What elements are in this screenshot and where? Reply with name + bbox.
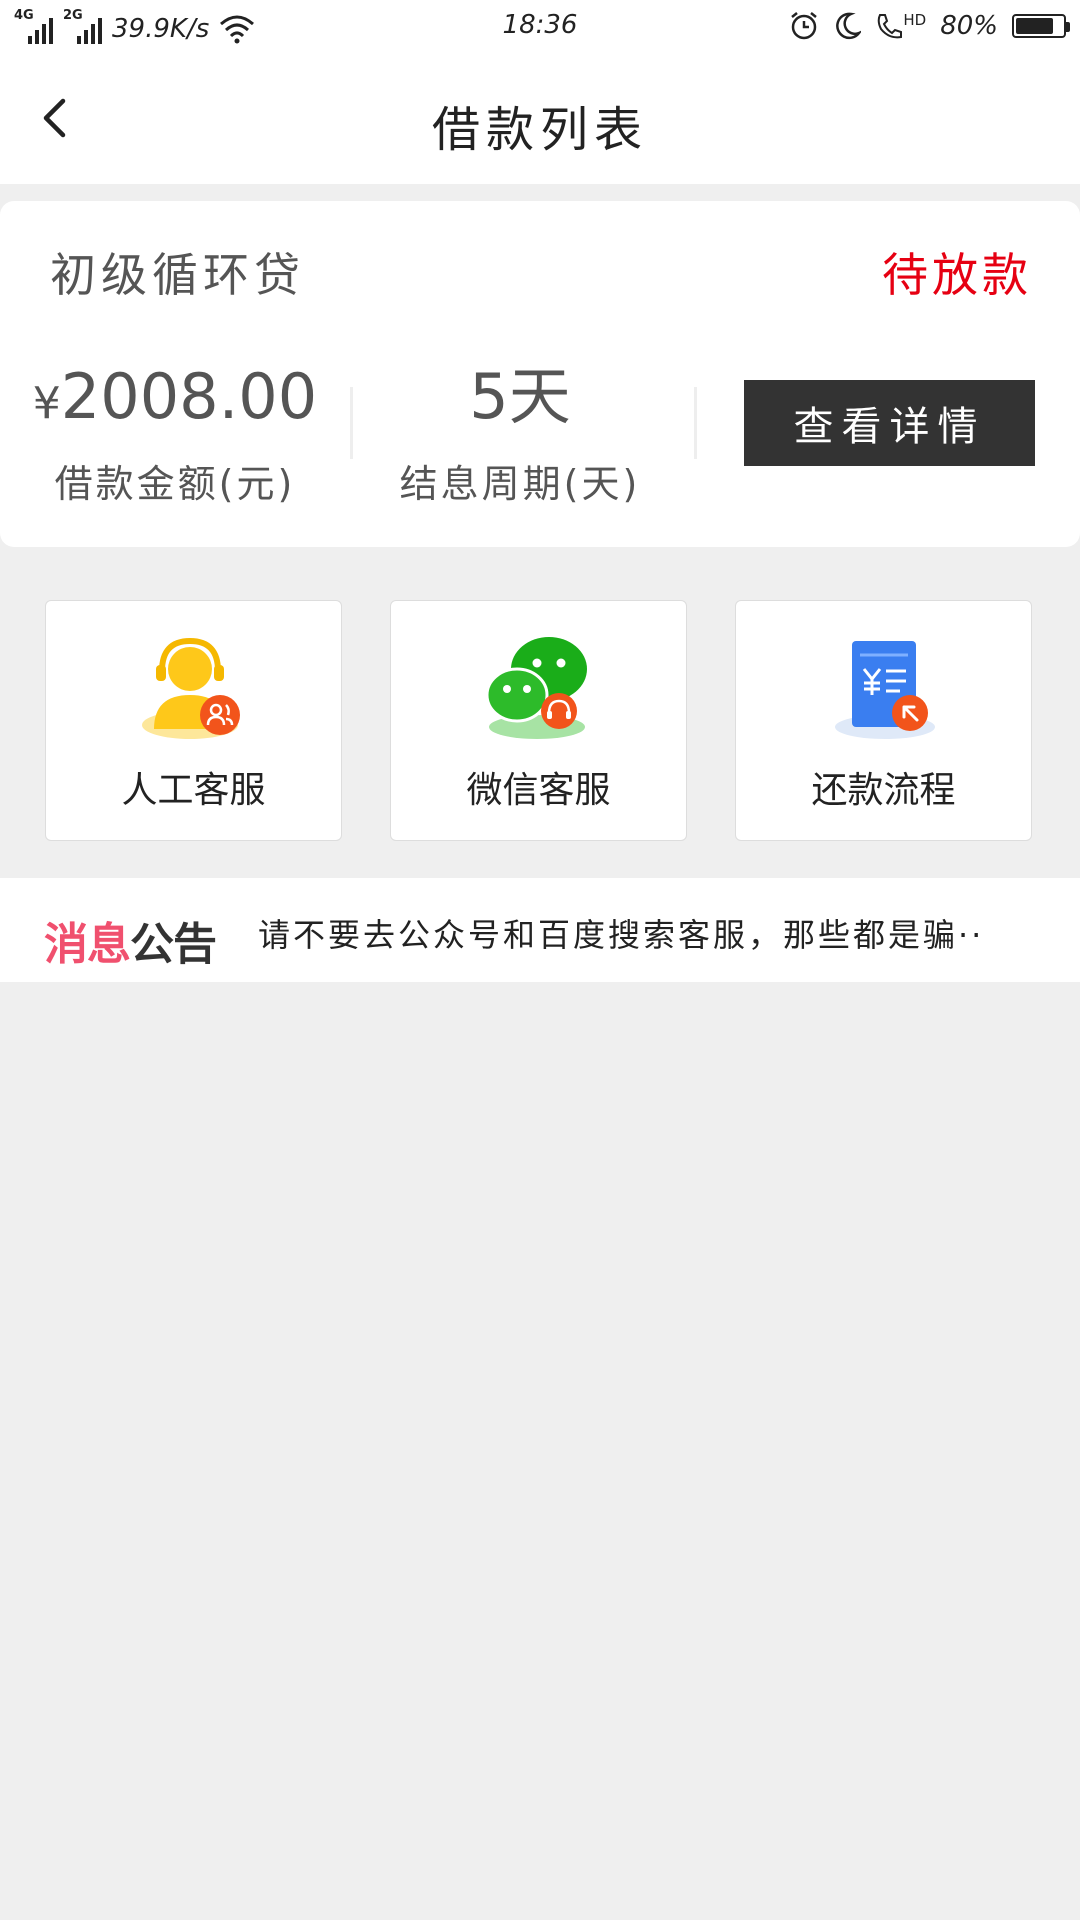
interest-period-label: 结息周期(天) xyxy=(399,462,641,506)
notice-text: 请不要去公众号和百度搜索客服，那些都是骗·· xyxy=(258,916,985,954)
wechat-service-button[interactable]: 微信客服 xyxy=(390,600,687,841)
customer-service-icon xyxy=(142,637,240,739)
wechat-service-icon xyxy=(485,637,587,739)
service-label: 人工客服 xyxy=(121,770,266,811)
loan-product-name: 初级循环贷 xyxy=(50,248,305,302)
interest-period-metric: 5天 结息周期(天) xyxy=(370,361,670,508)
moon-icon xyxy=(836,12,862,40)
interest-period-value: 5天 xyxy=(469,360,571,433)
app-header: 借款列表 xyxy=(0,52,1080,184)
metric-divider xyxy=(694,387,697,459)
notice-badge: 消息公告 xyxy=(44,919,217,970)
repayment-process-icon xyxy=(835,641,935,739)
hd-call-icon: HD xyxy=(875,11,926,41)
battery-percent: 80% xyxy=(940,11,998,41)
loan-amount-value: ¥2008.00 xyxy=(32,360,318,433)
loan-amount-label: 借款金额(元) xyxy=(54,462,296,506)
customer-service-button[interactable]: 人工客服 xyxy=(45,600,342,841)
battery-icon xyxy=(1012,14,1070,38)
page-title: 借款列表 xyxy=(431,102,648,158)
status-bar: 4G 2G 39.9K/s 18:36 HD 80% xyxy=(0,0,1080,52)
loan-amount-metric: ¥2008.00 借款金额(元) xyxy=(30,361,320,508)
currency-symbol: ¥ xyxy=(32,378,61,429)
metric-divider xyxy=(350,387,353,459)
service-label: 微信客服 xyxy=(466,770,611,811)
status-bar-right: HD 80% xyxy=(789,8,1070,44)
view-details-button[interactable]: 查看详情 xyxy=(744,380,1035,466)
alarm-icon xyxy=(791,12,818,40)
service-label: 还款流程 xyxy=(811,770,956,811)
repayment-process-button[interactable]: 还款流程 xyxy=(735,600,1032,841)
notice-bar[interactable]: 消息公告 请不要去公众号和百度搜索客服，那些都是骗·· xyxy=(0,878,1080,982)
loan-card: 初级循环贷 待放款 ¥2008.00 借款金额(元) 5天 结息周期(天) 查看… xyxy=(0,201,1080,547)
loan-status-badge: 待放款 xyxy=(882,248,1032,302)
